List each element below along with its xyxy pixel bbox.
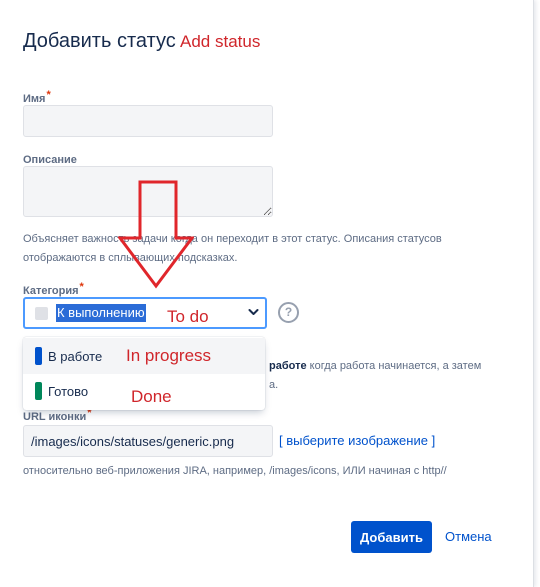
category-select[interactable]: К выполнению <box>23 297 267 329</box>
dialog-title-annotation: Add status <box>180 32 261 51</box>
icon-url-help: относительно веб-приложения JIRA, наприм… <box>23 465 447 477</box>
annotation-arrow-down-icon <box>118 180 194 289</box>
name-input[interactable] <box>23 105 273 137</box>
icon-url-input[interactable] <box>23 425 273 457</box>
description-label: Описание <box>23 154 77 166</box>
category-label-text: Категория <box>23 285 79 297</box>
category-required-mark: * <box>79 281 84 293</box>
option-in-progress-annotation: In progress <box>126 346 212 365</box>
name-required-mark: * <box>46 89 51 101</box>
question-circle-icon[interactable]: ? <box>278 302 299 323</box>
category-selected-annotation: To do <box>167 307 209 326</box>
description-help-line1: Объясняет важность задачи когда он перех… <box>23 233 442 245</box>
category-color-swatch <box>35 307 48 320</box>
cancel-link[interactable]: Отмена <box>445 529 492 544</box>
category-label: Категория* <box>23 281 84 297</box>
name-label: Имя* <box>23 89 51 105</box>
category-help-line2: а. <box>269 379 279 391</box>
category-selected-value: К выполнению <box>56 304 146 322</box>
category-option-label: Готово <box>48 384 89 399</box>
category-option-label: В работе <box>48 349 103 364</box>
add-status-dialog: Добавить статус Add status Имя* Описание… <box>0 0 534 587</box>
category-help-line1: когда работа начинается, а затем <box>306 360 482 372</box>
option-done-annotation: Done <box>131 387 172 406</box>
category-help: работе когда работа начинается, а затем … <box>269 357 529 395</box>
description-help: Объясняет важность задачи когда он перех… <box>23 230 528 268</box>
chevron-down-icon <box>248 309 259 315</box>
dialog-title: Добавить статус <box>23 30 176 52</box>
category-option-swatch <box>35 382 42 400</box>
icon-url-label: URL иконки* <box>23 407 92 423</box>
category-help-bold: работе <box>269 360 307 372</box>
name-label-text: Имя <box>23 93 46 105</box>
add-button[interactable]: Добавить <box>351 521 432 553</box>
category-option-swatch <box>35 347 42 365</box>
description-help-line2: отображаются в сплывающих подсказках. <box>23 252 238 264</box>
icon-url-label-text: URL иконки <box>23 411 87 423</box>
choose-image-link[interactable]: [ выберите изображение ] <box>279 433 435 448</box>
